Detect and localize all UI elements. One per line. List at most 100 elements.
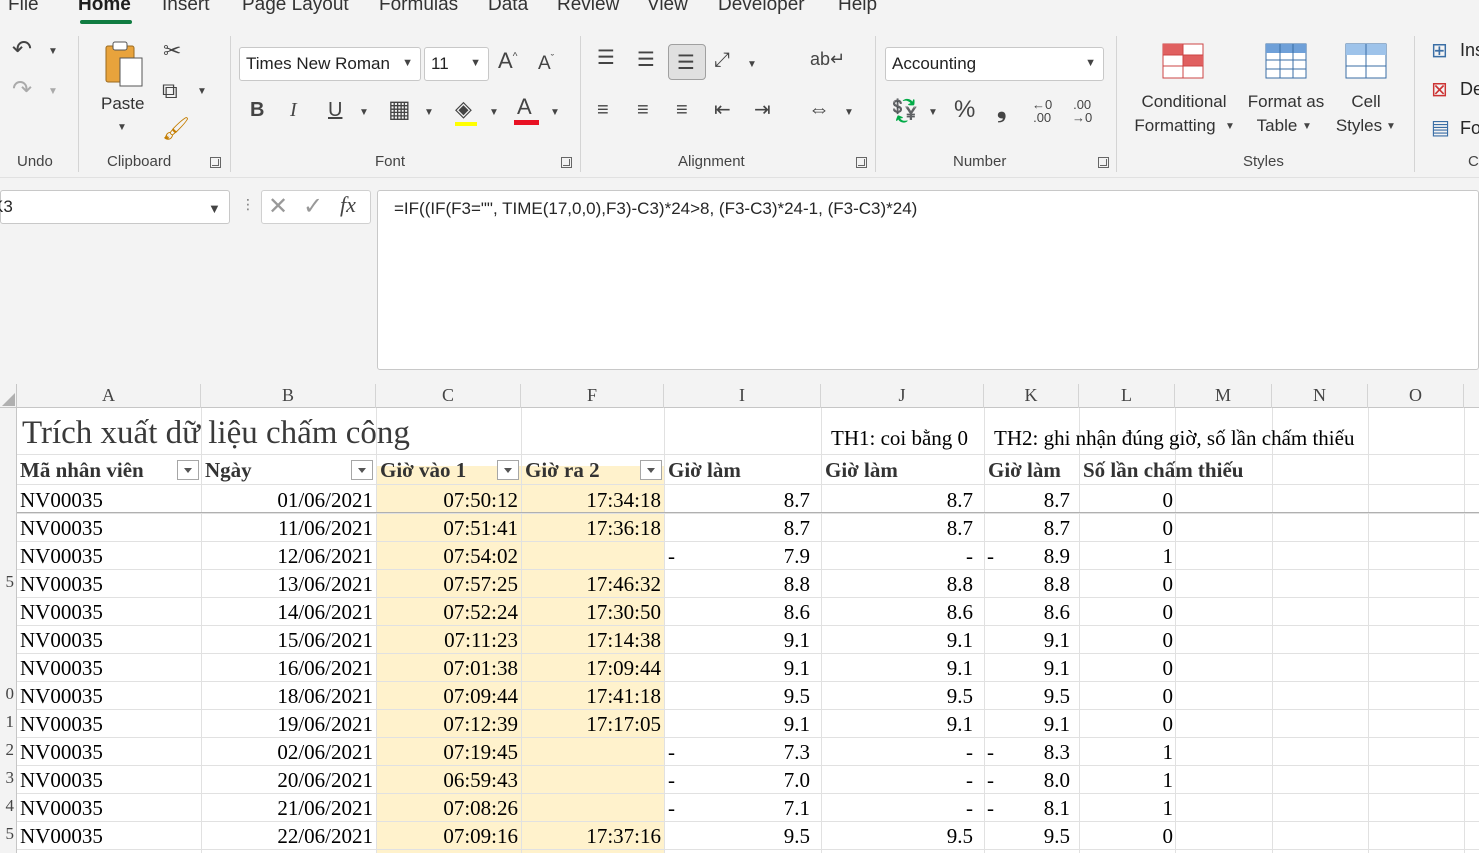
row-header[interactable]: 3 bbox=[6, 768, 15, 788]
cell-vao[interactable]: 07:09:16 bbox=[376, 822, 518, 850]
column-header-n[interactable]: N bbox=[1272, 384, 1368, 408]
cell-ma[interactable]: NV00035 bbox=[20, 682, 195, 710]
cell-j[interactable]: 9.5 bbox=[821, 682, 973, 710]
cell-vao[interactable]: 07:09:44 bbox=[376, 682, 518, 710]
cell-j[interactable]: 9.1 bbox=[821, 654, 973, 682]
cell-vao[interactable]: 07:08:26 bbox=[376, 794, 518, 822]
format-as-table-dropdown-icon[interactable]: ▼ bbox=[1302, 121, 1312, 132]
cell-ra[interactable] bbox=[521, 766, 661, 794]
number-launcher-icon[interactable] bbox=[1098, 157, 1109, 168]
cell-ngay[interactable]: 16/06/2021 bbox=[201, 654, 373, 682]
cell-j[interactable]: - bbox=[821, 542, 973, 570]
filter-dropdown-icon[interactable] bbox=[640, 460, 662, 480]
copy-icon[interactable]: ⧉ bbox=[162, 80, 178, 102]
tab-page-layout[interactable]: Page Layout bbox=[242, 0, 349, 16]
font-color-button[interactable]: A bbox=[517, 96, 532, 118]
cell-ngay[interactable]: 02/06/2021 bbox=[201, 738, 373, 766]
cell-ra[interactable]: 17:41:18 bbox=[521, 682, 661, 710]
decrease-font-size-icon[interactable]: Aˇ bbox=[538, 54, 554, 73]
tab-developer[interactable]: Developer bbox=[718, 0, 805, 16]
cell-k[interactable]: 9.5 bbox=[984, 682, 1070, 710]
column-header-o[interactable]: O bbox=[1368, 384, 1464, 408]
format-as-table-label-2[interactable]: Table bbox=[1250, 114, 1304, 138]
filter-dropdown-icon[interactable] bbox=[497, 460, 519, 480]
cell-j[interactable]: - bbox=[821, 794, 973, 822]
currency-icon[interactable]: 💱 bbox=[891, 100, 918, 122]
cell-k[interactable]: 9.5 bbox=[984, 822, 1070, 850]
row-header[interactable]: 0 bbox=[6, 684, 15, 704]
cell-k[interactable]: 9.1 bbox=[984, 626, 1070, 654]
cell-ra[interactable]: 17:37:16 bbox=[521, 822, 661, 850]
font-color-dropdown-icon[interactable]: ▼ bbox=[550, 107, 560, 118]
cell-ra[interactable] bbox=[521, 542, 661, 570]
undo-icon[interactable]: ↶ bbox=[12, 38, 32, 62]
italic-button[interactable]: I bbox=[290, 100, 297, 120]
font-size-select[interactable]: 11 ▼ bbox=[424, 47, 489, 81]
tab-view[interactable]: View bbox=[647, 0, 688, 16]
cell-ra[interactable]: 17:34:18 bbox=[521, 486, 661, 514]
cell-i[interactable]: 9.1 bbox=[664, 654, 810, 682]
cell-l[interactable]: 1 bbox=[1079, 738, 1174, 766]
cell-i[interactable]: 8.6 bbox=[664, 598, 810, 626]
wrap-text-icon[interactable]: ab↵ bbox=[810, 50, 845, 68]
cell-j[interactable]: 9.1 bbox=[821, 626, 973, 654]
cell-ra[interactable]: 17:14:38 bbox=[521, 626, 661, 654]
filter-dropdown-icon[interactable] bbox=[351, 460, 373, 480]
cell-ma[interactable]: NV00035 bbox=[20, 626, 195, 654]
delete-cells-icon[interactable]: ⊠ bbox=[1431, 80, 1448, 100]
confirm-entry-icon[interactable]: ✓ bbox=[303, 195, 323, 219]
copy-dropdown-icon[interactable]: ▼ bbox=[197, 86, 207, 97]
column-header-l[interactable]: L bbox=[1079, 384, 1175, 408]
cell-vao[interactable]: 07:12:39 bbox=[376, 710, 518, 738]
undo-dropdown-icon[interactable]: ▼ bbox=[48, 46, 58, 57]
redo-icon[interactable]: ↷ bbox=[12, 78, 32, 102]
more-options-icon[interactable]: ⋮ bbox=[241, 197, 255, 211]
cell-l[interactable]: 1 bbox=[1079, 542, 1174, 570]
cell-ngay[interactable]: 20/06/2021 bbox=[201, 766, 373, 794]
row-header[interactable]: 4 bbox=[6, 796, 15, 816]
number-format-select[interactable]: Accounting ▼ bbox=[885, 47, 1104, 81]
tab-review[interactable]: Review bbox=[557, 0, 619, 16]
name-box[interactable]: K3 ▼ bbox=[0, 190, 230, 224]
select-all-button[interactable] bbox=[0, 384, 17, 408]
cell-ma[interactable]: NV00035 bbox=[20, 654, 195, 682]
cell-l[interactable]: 0 bbox=[1079, 570, 1174, 598]
tab-insert[interactable]: Insert bbox=[162, 0, 210, 16]
decrease-decimal-icon[interactable]: .00 →0 bbox=[1072, 98, 1092, 124]
cell-i[interactable]: 7.0 bbox=[664, 766, 810, 794]
cell-l[interactable]: 0 bbox=[1079, 682, 1174, 710]
cell-vao[interactable]: 07:11:23 bbox=[376, 626, 518, 654]
insert-function-icon[interactable]: fx bbox=[340, 194, 356, 216]
fill-color-dropdown-icon[interactable]: ▼ bbox=[489, 107, 499, 118]
cell-styles-dropdown-icon[interactable]: ▼ bbox=[1386, 121, 1396, 132]
cell-ra[interactable]: 17:17:05 bbox=[521, 710, 661, 738]
cell-ngay[interactable]: 12/06/2021 bbox=[201, 542, 373, 570]
cell-l[interactable]: 0 bbox=[1079, 710, 1174, 738]
cell-k[interactable]: 8.6 bbox=[984, 598, 1070, 626]
tab-help[interactable]: Help bbox=[838, 0, 877, 16]
comma-style-button[interactable]: ❟ bbox=[997, 98, 1006, 122]
column-header-b[interactable]: B bbox=[201, 384, 376, 408]
cell-k[interactable]: 8.7 bbox=[984, 486, 1070, 514]
row-header[interactable]: 5 bbox=[6, 824, 15, 844]
redo-dropdown-icon[interactable]: ▼ bbox=[48, 86, 58, 97]
cell-vao[interactable]: 07:01:38 bbox=[376, 654, 518, 682]
cell-ngay[interactable]: 11/06/2021 bbox=[201, 514, 373, 542]
conditional-formatting-dropdown-icon[interactable]: ▼ bbox=[1225, 121, 1235, 132]
cell-l[interactable]: 0 bbox=[1079, 598, 1174, 626]
underline-button[interactable]: U bbox=[328, 100, 342, 120]
cell-ma[interactable]: NV00035 bbox=[20, 710, 195, 738]
cell-ma[interactable]: NV00035 bbox=[20, 822, 195, 850]
cell-styles-icon[interactable] bbox=[1344, 42, 1388, 82]
clipboard-launcher-icon[interactable] bbox=[210, 157, 221, 168]
cell-i[interactable]: 7.9 bbox=[664, 542, 810, 570]
paste-label[interactable]: Paste bbox=[101, 92, 144, 116]
format-as-table-label-1[interactable]: Format as bbox=[1242, 90, 1330, 114]
cell-ngay[interactable]: 14/06/2021 bbox=[201, 598, 373, 626]
cell-l[interactable]: 0 bbox=[1079, 514, 1174, 542]
bold-button[interactable]: B bbox=[250, 100, 264, 120]
cell-styles-label-2[interactable]: Styles bbox=[1334, 114, 1384, 138]
cell-vao[interactable]: 07:51:41 bbox=[376, 514, 518, 542]
cell-vao[interactable]: 06:59:43 bbox=[376, 766, 518, 794]
cell-ma[interactable]: NV00035 bbox=[20, 542, 195, 570]
